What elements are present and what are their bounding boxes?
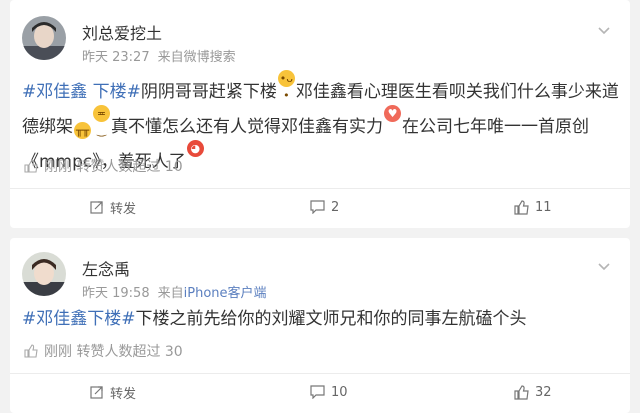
comment-button[interactable]: 10 bbox=[310, 374, 348, 410]
topic-tag[interactable]: #邓佳鑫 下楼# bbox=[22, 82, 141, 102]
repost-button[interactable]: 转发 bbox=[90, 189, 136, 225]
thumb-up-icon bbox=[24, 159, 38, 173]
author-name[interactable]: 左念禹 bbox=[82, 256, 130, 280]
author-avatar[interactable] bbox=[22, 252, 66, 296]
shy-face-emoji: ◕◕ bbox=[186, 140, 204, 172]
thumb-up-icon bbox=[24, 344, 38, 358]
repost-button[interactable]: 转发 bbox=[90, 374, 136, 410]
weibo-post: 刘总爱挖土 昨天 23:27 来自微博搜索 #邓佳鑫 下楼#阴阴哥哥赶紧下楼•ᴗ•… bbox=[10, 0, 630, 228]
repost-info: 刚刚 转赞人数超过 10 bbox=[24, 156, 183, 176]
grimace-face-emoji: ≖‿ bbox=[93, 105, 110, 137]
action-bar: 转发 2 11 bbox=[10, 189, 630, 225]
like-count: 32 bbox=[535, 384, 552, 400]
thumb-up-icon bbox=[514, 384, 529, 400]
comment-icon bbox=[310, 200, 325, 214]
post-source[interactable]: iPhone客户端 bbox=[184, 286, 267, 301]
content-text: 真不懂怎么还有人觉得邓佳鑫有实力 bbox=[111, 117, 383, 137]
repost-icon bbox=[90, 201, 103, 214]
post-source: 微博搜索 bbox=[183, 50, 236, 65]
like-button[interactable]: 32 bbox=[514, 374, 552, 410]
post-meta: 昨天 23:27 来自微博搜索 bbox=[82, 46, 236, 65]
repost-label: 转发 bbox=[110, 386, 137, 402]
action-bar: 转发 10 32 bbox=[10, 374, 630, 410]
repost-label: 转发 bbox=[110, 201, 137, 217]
post-meta: 昨天 19:58 来自iPhone客户端 bbox=[82, 282, 267, 301]
thumb-up-icon bbox=[514, 199, 529, 215]
comment-icon bbox=[310, 385, 325, 399]
post-content: #邓佳鑫下楼#下楼之前先给你的刘耀文师兄和你的同事左航磕个头 bbox=[22, 306, 620, 332]
comment-button[interactable]: 2 bbox=[310, 189, 339, 225]
crying-face-emoji: ╥╥ bbox=[74, 122, 91, 139]
comment-count: 2 bbox=[331, 199, 340, 215]
topic-tag[interactable]: #邓佳鑫下楼# bbox=[22, 309, 136, 329]
repost-icon bbox=[90, 386, 103, 399]
heart-eyes-emoji: ♥♥ bbox=[384, 105, 401, 137]
chevron-down-icon[interactable] bbox=[596, 22, 612, 38]
post-time: 昨天 23:27 bbox=[82, 50, 150, 65]
weibo-post: 左念禹 昨天 19:58 来自iPhone客户端 #邓佳鑫下楼#下楼之前先给你的刘… bbox=[10, 238, 630, 413]
content-text: 下楼之前先给你的刘耀文师兄和你的同事左航磕个头 bbox=[135, 309, 527, 329]
tongue-face-emoji: •ᴗ• bbox=[277, 70, 295, 102]
like-button[interactable]: 11 bbox=[514, 189, 552, 225]
post-time: 昨天 19:58 bbox=[82, 286, 150, 301]
source-prefix: 来自 bbox=[157, 50, 184, 65]
content-text: 阴阴哥哥赶紧下楼 bbox=[140, 82, 277, 102]
chevron-down-icon[interactable] bbox=[596, 258, 612, 274]
author-avatar[interactable] bbox=[22, 16, 66, 60]
repost-info: 刚刚 转赞人数超过 30 bbox=[24, 341, 183, 361]
like-count: 11 bbox=[535, 199, 552, 215]
source-prefix: 来自 bbox=[157, 286, 184, 301]
author-name[interactable]: 刘总爱挖土 bbox=[82, 20, 162, 44]
repost-info-text: 刚刚 转赞人数超过 10 bbox=[44, 159, 183, 175]
repost-info-text: 刚刚 转赞人数超过 30 bbox=[44, 344, 183, 360]
comment-count: 10 bbox=[331, 384, 348, 400]
